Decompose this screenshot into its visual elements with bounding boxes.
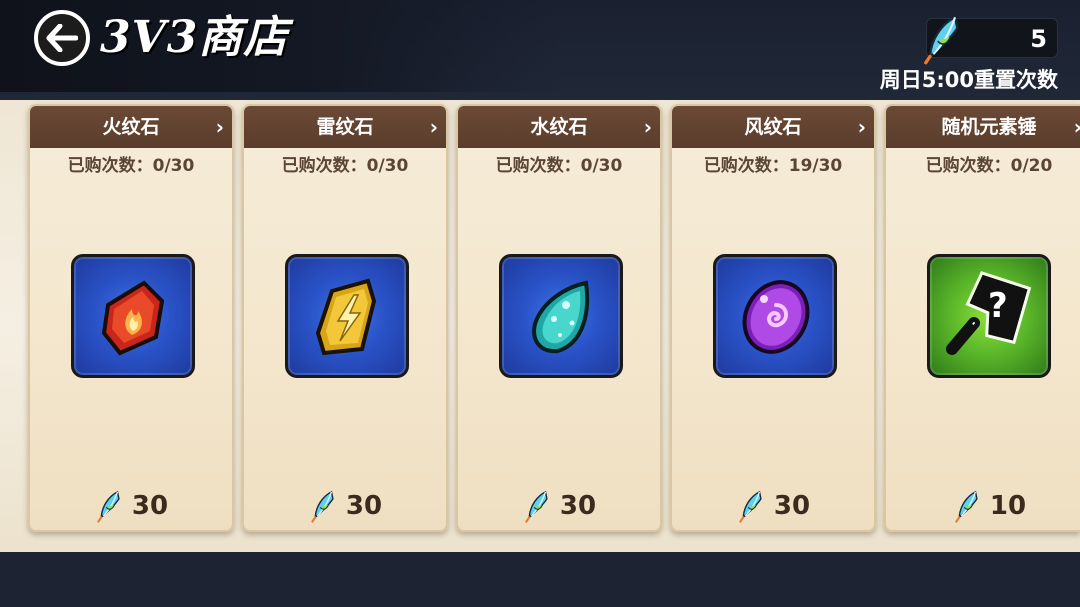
price-value: 30 [773,491,811,521]
purchase-count: 已购次数：0/30 [281,156,409,176]
price-row: 30 [30,488,232,524]
shop-card-random-hammer[interactable]: 随机元素锤 › 已购次数：0/20 ? 10 [884,104,1080,532]
chevron-right-icon[interactable]: › [858,106,866,148]
purchase-count: 已购次数：0/30 [495,156,623,176]
wind-stone-icon [742,280,810,354]
thunder-stone-icon [315,278,377,356]
feather-currency-icon [739,490,762,523]
item-frame[interactable] [713,254,837,378]
feather-currency-icon [955,490,978,523]
currency-amount: 5 [1030,25,1047,53]
item-frame[interactable] [285,254,409,378]
random-element-hammer-icon: ? [946,271,1032,355]
item-frame[interactable] [499,254,623,378]
shop-card-thunder-stone[interactable]: 雷纹石 › 已购次数：0/30 30 [242,104,448,532]
price-value: 30 [559,491,597,521]
purchase-count: 已购次数：19/30 [703,156,843,176]
water-stone-icon [532,280,590,354]
chevron-right-icon[interactable]: › [1074,106,1080,148]
purchase-count: 已购次数：0/30 [67,156,195,176]
item-frame[interactable] [71,254,195,378]
price-row: 30 [244,488,446,524]
fire-stone-icon [101,280,165,356]
header-bar: 3V3商店 5 周日5:00重置次数 [0,0,1080,100]
shop-card-water-stone[interactable]: 水纹石 › 已购次数：0/30 30 [456,104,662,532]
price-value: 10 [989,491,1027,521]
shop-card-wind-stone[interactable]: 风纹石 › 已购次数：19/30 30 [670,104,876,532]
card-title: 雷纹石 [316,116,374,138]
reset-info: 周日5:00重置次数 [879,68,1058,92]
price-value: 30 [131,491,169,521]
price-row: 30 [458,488,660,524]
chevron-right-icon[interactable]: › [430,106,438,148]
card-title: 随机元素锤 [941,116,1037,138]
card-title: 风纹石 [744,116,802,138]
feather-currency-icon [97,490,120,523]
feather-currency-icon [311,490,334,523]
currency-display: 5 [924,15,1058,65]
price-value: 30 [345,491,383,521]
card-title: 火纹石 [102,116,160,138]
price-row: 10 [886,488,1080,524]
feather-currency-icon [924,15,959,65]
page-title: 3V3商店 [100,12,289,63]
back-arrow-icon [46,24,78,52]
price-row: 30 [672,488,874,524]
purchase-count: 已购次数：0/20 [925,156,1053,176]
bottom-bar [0,552,1080,607]
item-frame[interactable]: ? [927,254,1051,378]
shop-screen: 3V3商店 5 周日5:00重置次数 火纹石 › 已购次数：0/30 30 雷纹… [0,0,1080,607]
back-button[interactable] [34,10,90,66]
feather-currency-icon [525,490,548,523]
chevron-right-icon[interactable]: › [644,106,652,148]
chevron-right-icon[interactable]: › [216,106,224,148]
shop-card-fire-stone[interactable]: 火纹石 › 已购次数：0/30 30 [28,104,234,532]
card-title: 水纹石 [530,116,588,138]
svg-text:?: ? [988,286,1008,326]
